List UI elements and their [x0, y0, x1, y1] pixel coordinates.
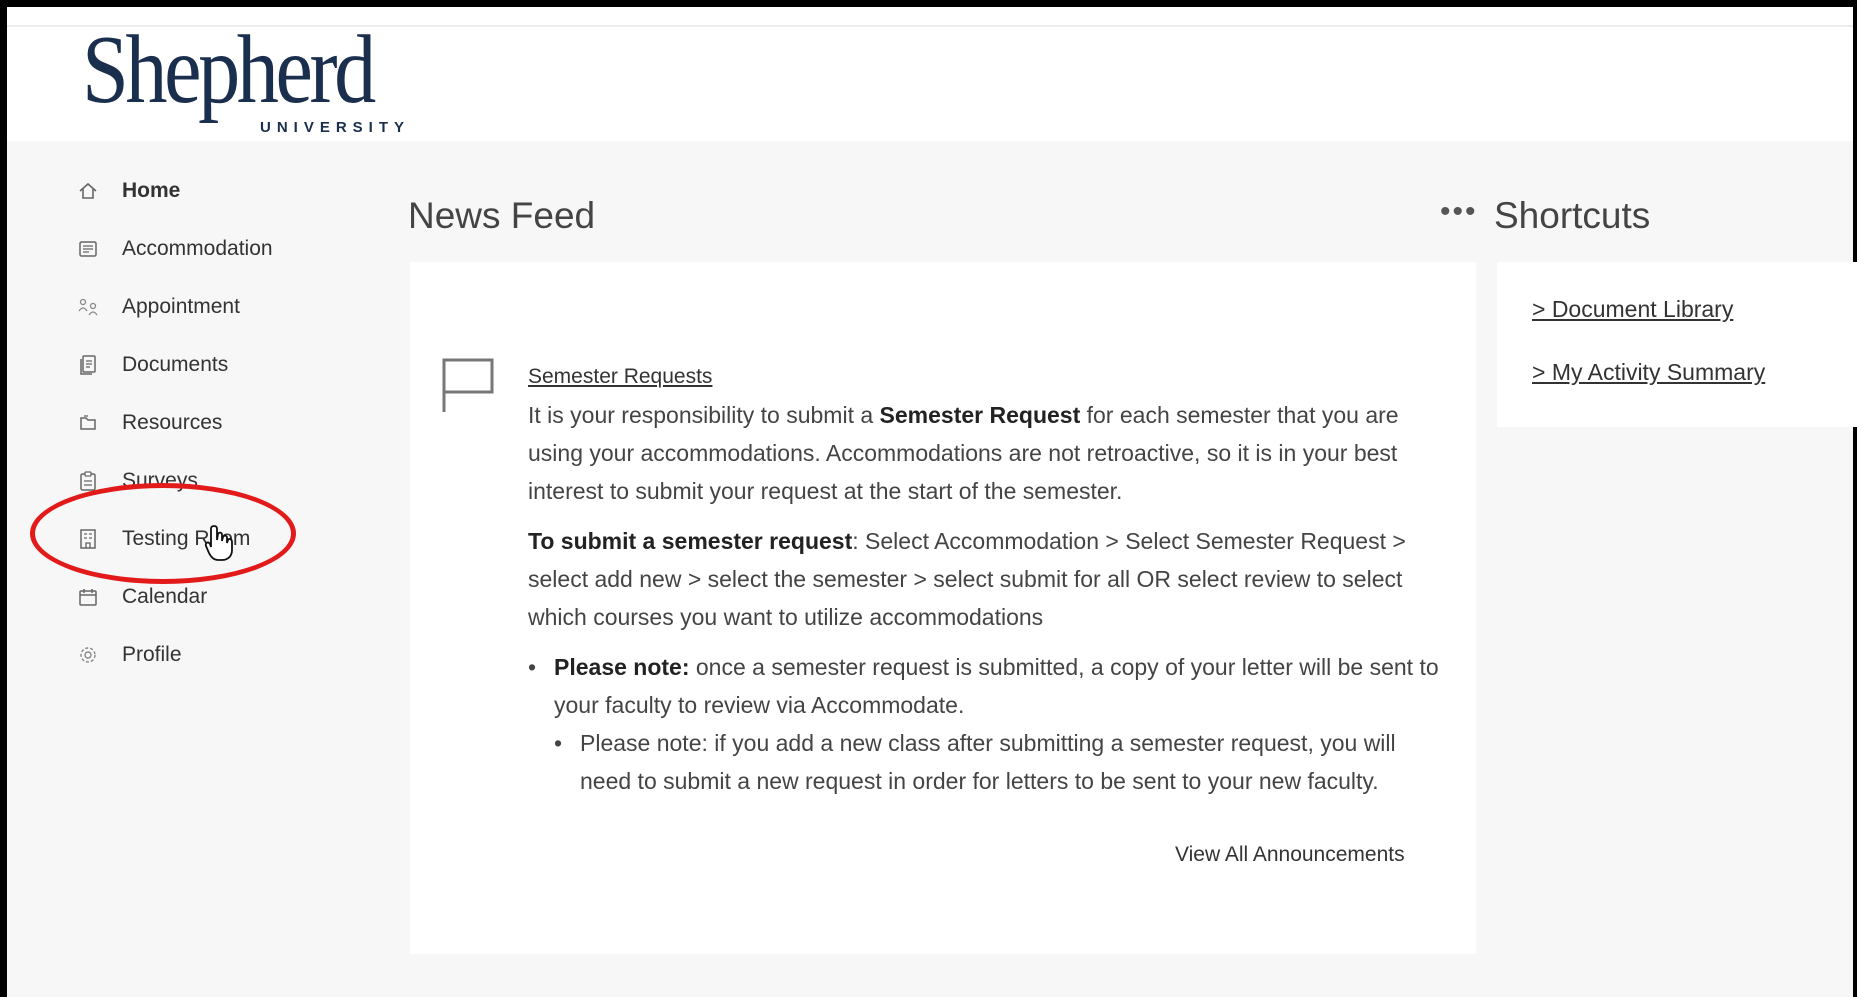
clipboard-icon	[76, 469, 100, 493]
shortcuts-title: Shortcuts	[1494, 195, 1651, 236]
view-all-announcements-link[interactable]: View All Announcements	[1175, 843, 1405, 867]
sidebar-nav: Home Accommodation Appointment Documents…	[76, 162, 336, 684]
announcement-body: Semester Requests It is your responsibil…	[528, 358, 1448, 800]
sidebar-item-resources[interactable]: Resources	[76, 394, 336, 452]
note-text: Please note: if you add a new class afte…	[580, 730, 1396, 794]
sidebar-item-calendar[interactable]: Calendar	[76, 568, 336, 626]
sidebar-item-label: Documents	[122, 353, 229, 376]
people-icon	[76, 295, 100, 319]
header-bar: Shepherd UNIVERSITY	[7, 7, 1853, 141]
calendar-icon	[76, 585, 100, 609]
list-item: Please note: if you add a new class afte…	[528, 724, 1448, 800]
paragraph-text: It is your responsibility to submit a	[528, 402, 880, 428]
shortcuts-card	[1497, 262, 1857, 427]
sidebar-item-label: Surveys	[122, 469, 198, 492]
home-icon	[76, 179, 100, 203]
gear-icon	[76, 643, 100, 667]
sidebar-item-profile[interactable]: Profile	[76, 626, 336, 684]
instructions-paragraph: To submit a semester request: Select Acc…	[528, 522, 1448, 636]
announcement-link[interactable]: Semester Requests	[528, 358, 1448, 396]
logo-wordmark: Shepherd	[82, 16, 376, 124]
folder-icon	[76, 411, 100, 435]
shortcut-document-library[interactable]: > Document Library	[1532, 296, 1733, 323]
sidebar-item-home[interactable]: Home	[76, 162, 336, 220]
sidebar-item-label: Calendar	[122, 585, 208, 608]
sidebar-item-label: Accommodation	[122, 237, 273, 260]
hand-cursor-icon	[204, 524, 234, 571]
list-icon	[76, 237, 100, 261]
note-bold: Please note:	[554, 654, 690, 680]
logo-subtitle: UNIVERSITY	[260, 119, 411, 136]
news-feed-title: News Feed	[408, 195, 596, 236]
paragraph-bold: Semester Request	[879, 402, 1081, 428]
sidebar-item-label: Profile	[122, 643, 182, 666]
more-options-icon[interactable]: •••	[1440, 195, 1478, 229]
sidebar-item-appointment[interactable]: Appointment	[76, 278, 336, 336]
sidebar-item-label: Appointment	[122, 295, 240, 318]
list-item: Please note: once a semester request is …	[528, 648, 1448, 724]
document-icon	[76, 353, 100, 377]
flag-icon	[440, 356, 496, 414]
shortcut-activity-summary[interactable]: > My Activity Summary	[1532, 359, 1765, 386]
notes-list: Please note: once a semester request is …	[528, 648, 1448, 800]
sidebar-item-documents[interactable]: Documents	[76, 336, 336, 394]
announcement-paragraph: It is your responsibility to submit a Se…	[528, 396, 1448, 510]
building-icon	[76, 527, 100, 551]
sidebar-item-accommodation[interactable]: Accommodation	[76, 220, 336, 278]
sidebar-item-label: Resources	[122, 411, 223, 434]
paragraph-bold: To submit a semester request	[528, 528, 853, 554]
sidebar-item-surveys[interactable]: Surveys	[76, 452, 336, 510]
sidebar-item-label: Home	[122, 179, 181, 202]
university-logo[interactable]: Shepherd UNIVERSITY	[82, 16, 420, 136]
